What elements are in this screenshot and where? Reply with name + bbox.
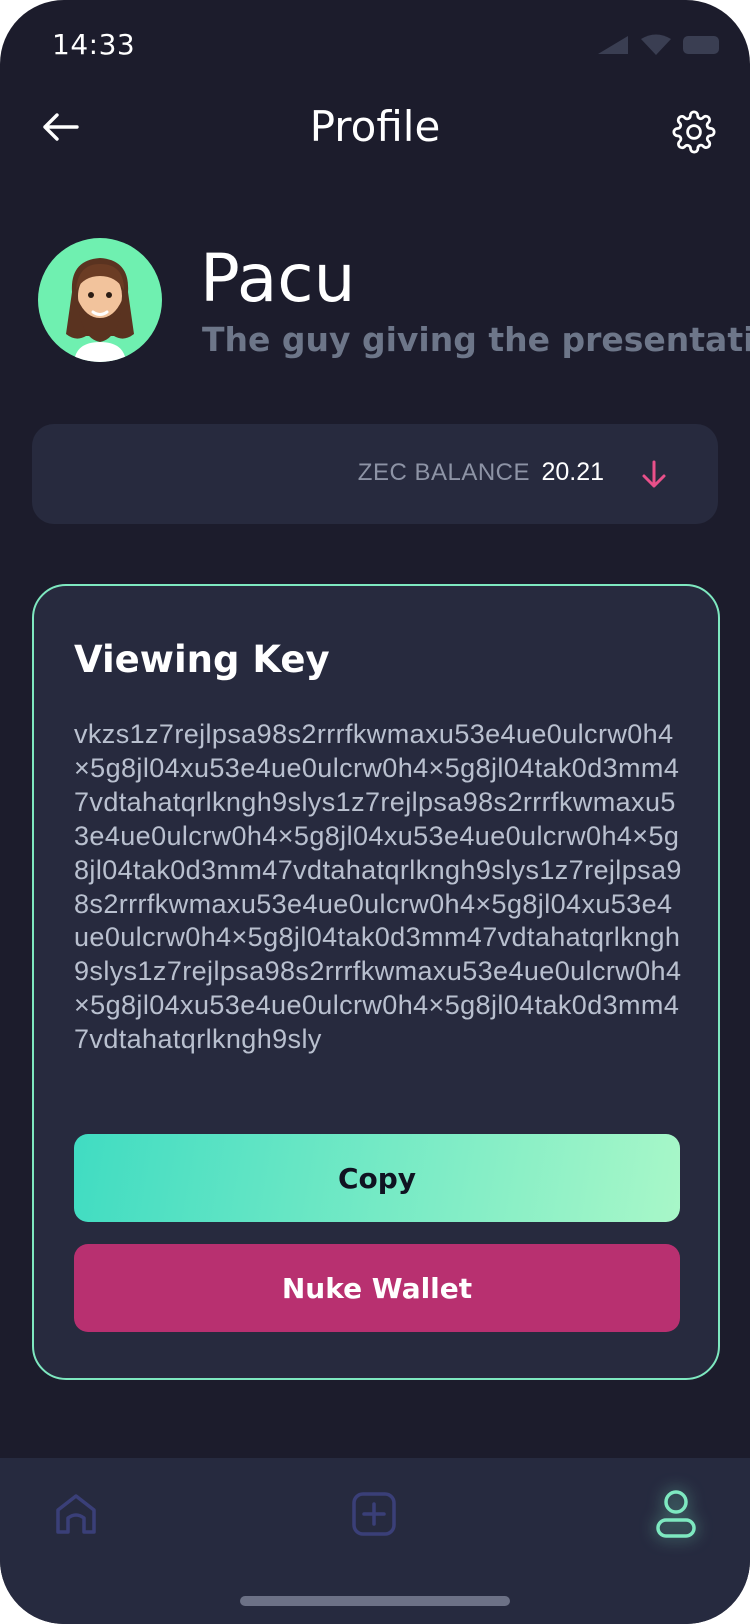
arrow-down-icon	[642, 460, 666, 488]
balance-value: 20.21	[541, 458, 604, 486]
avatar[interactable]	[38, 238, 162, 362]
nav-item-add[interactable]	[346, 1486, 402, 1542]
status-icons	[596, 34, 720, 56]
viewing-key-title: Viewing Key	[74, 638, 330, 681]
gear-icon	[672, 110, 716, 154]
nuke-wallet-button[interactable]: Nuke Wallet	[74, 1244, 680, 1332]
memoji-avatar-icon	[66, 258, 134, 362]
settings-button[interactable]	[670, 108, 718, 156]
viewing-key-text: vkzs1z7rejlpsa98s2rrrfkwmaxu53e4ue0ulcrw…	[74, 719, 682, 1055]
phone-screen: 14:33 Profile Pacu The guy giving the pr…	[0, 0, 750, 1624]
home-indicator[interactable]	[240, 1596, 510, 1606]
status-time: 14:33	[52, 28, 136, 61]
balance-label: ZEC BALANCE	[357, 459, 530, 486]
battery-icon	[683, 36, 719, 54]
balance-toggle[interactable]	[638, 456, 670, 492]
page-title: Profile	[309, 102, 441, 151]
profile-bio: The guy giving the presentation	[202, 320, 750, 359]
plus-square-icon	[352, 1492, 396, 1536]
wifi-icon	[641, 34, 671, 55]
home-icon	[56, 1494, 96, 1534]
nav-item-home[interactable]	[48, 1486, 104, 1542]
cellular-signal-icon	[598, 36, 628, 54]
balance-card: ZEC BALANCE 20.21	[32, 424, 718, 524]
nav-item-profile[interactable]	[648, 1486, 704, 1542]
copy-button[interactable]: Copy	[74, 1134, 680, 1222]
profile-name: Pacu	[200, 240, 356, 317]
user-icon	[656, 1490, 696, 1538]
viewing-key-card: Viewing Key vkzs1z7rejlpsa98s2rrrfkwmaxu…	[32, 584, 720, 1380]
